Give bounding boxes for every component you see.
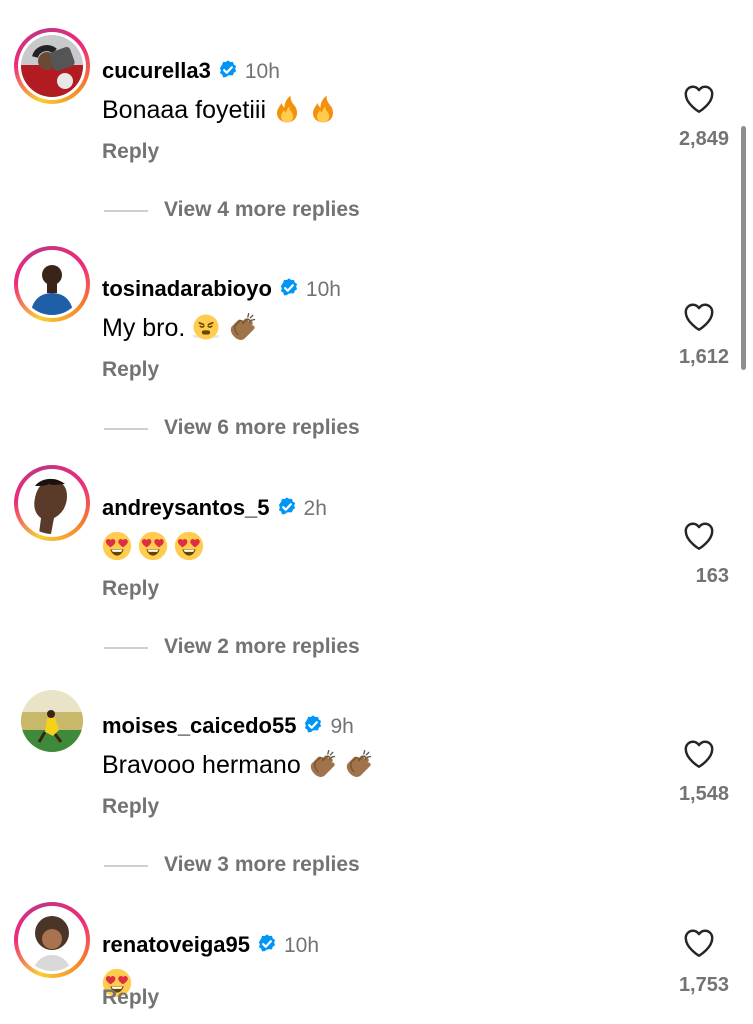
verified-badge-icon [276,496,298,518]
like-count[interactable]: 1,548 [679,783,729,806]
story-ring[interactable] [14,246,90,322]
clapping-hands-emoji-icon [343,749,373,779]
comment-text: Bonaaa foyetiii [102,94,338,125]
username-text[interactable]: renatoveiga95 [102,932,250,957]
username-text[interactable]: tosinadarabioyo [102,276,272,301]
comment-item: cucurella3 10h Bonaaa foyetiii Reply 2,84… [0,28,753,246]
comment-text: Bravooo hermano [102,749,373,780]
comment-username[interactable]: cucurella3 10h [102,58,280,84]
comment-item: andreysantos_5 2h Reply 163 View 2 more r… [0,465,753,683]
like-heart-icon[interactable] [682,519,716,553]
reply-button[interactable]: Reply [102,358,159,382]
heart-eyes-emoji-icon [174,531,204,561]
view-more-replies-label[interactable]: View 6 more replies [164,416,360,440]
comment-username[interactable]: renatoveiga95 10h [102,932,319,958]
avatar[interactable] [21,472,83,534]
like-count[interactable]: 2,849 [679,128,729,151]
divider-line [104,210,148,212]
clapping-hands-emoji-icon [227,312,257,342]
like-count[interactable]: 1,612 [679,346,729,369]
comment-username[interactable]: moises_caicedo55 9h [102,713,354,739]
fire-emoji-icon [272,94,302,124]
reply-button[interactable]: Reply [102,795,159,819]
comment-text-content: Bonaaa foyetiii [102,96,267,124]
comment-item: moises_caicedo55 9h Bravooo hermano Reply… [0,683,753,901]
comment-text-content: My bro. [102,314,186,342]
view-more-replies-label[interactable]: View 4 more replies [164,198,360,222]
story-ring[interactable] [14,902,90,978]
comment-item: tosinadarabioyo 10h My bro. Reply 1,612 V… [0,246,753,464]
verified-badge-icon [278,277,300,299]
comment-text: My bro. [102,312,257,343]
comment-time: 10h [283,934,320,957]
reply-button[interactable]: Reply [102,986,159,1010]
comment-text [102,531,204,562]
story-ring[interactable] [14,28,90,104]
like-heart-icon[interactable] [682,926,716,960]
username-text[interactable]: moises_caicedo55 [102,713,296,738]
avatar[interactable] [21,690,83,752]
like-heart-icon[interactable] [682,737,716,771]
story-ring[interactable] [14,465,90,541]
comment-time: 9h [330,715,354,738]
view-more-replies-label[interactable]: View 2 more replies [164,635,360,659]
comment-username[interactable]: andreysantos_5 2h [102,495,327,521]
divider-line [104,647,148,649]
comment-time: 10h [305,278,341,301]
verified-badge-icon [217,59,239,81]
divider-line [104,428,148,430]
comment-time: 2h [303,497,327,520]
fire-emoji-icon [308,94,338,124]
avatar[interactable] [21,253,83,315]
face-with-steam-emoji-icon [191,312,221,342]
clapping-hands-emoji-icon [307,749,337,779]
reply-button[interactable]: Reply [102,577,159,601]
comment-username[interactable]: tosinadarabioyo 10h [102,276,341,302]
heart-eyes-emoji-icon [102,531,132,561]
comment-time: 10h [244,60,280,83]
like-count[interactable]: 163 [696,565,729,588]
comment-text-content: Bravooo hermano [102,751,301,779]
avatar[interactable] [21,35,83,97]
verified-badge-icon [302,714,324,736]
like-heart-icon[interactable] [682,300,716,334]
view-more-replies-label[interactable]: View 3 more replies [164,853,360,877]
verified-badge-icon [256,933,278,955]
comment-item: renatoveiga95 10h Reply 1,753 [0,902,753,1024]
avatar-frame[interactable] [14,683,90,759]
heart-eyes-emoji-icon [138,531,168,561]
like-count[interactable]: 1,753 [679,974,729,997]
username-text[interactable]: cucurella3 [102,58,211,83]
divider-line [104,865,148,867]
reply-button[interactable]: Reply [102,140,159,164]
username-text[interactable]: andreysantos_5 [102,495,270,520]
like-heart-icon[interactable] [682,82,716,116]
avatar[interactable] [21,909,83,971]
